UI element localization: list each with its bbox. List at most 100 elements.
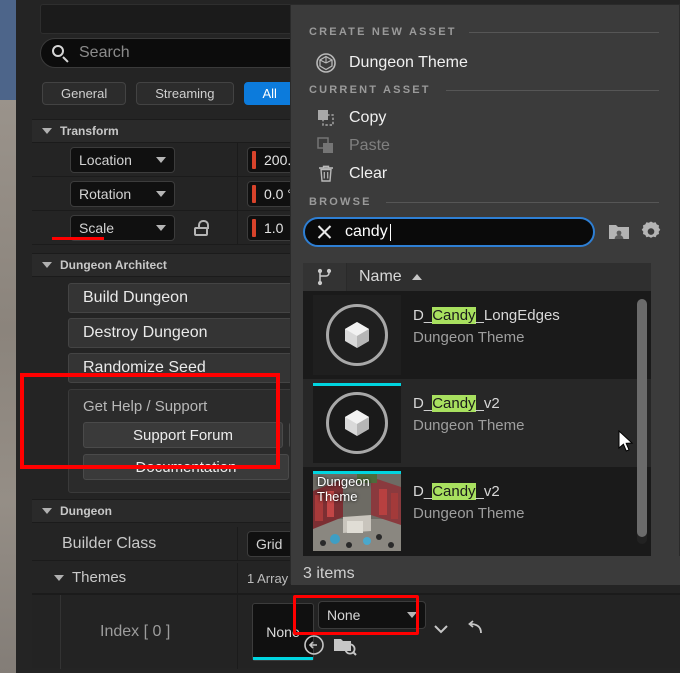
asset-info: D_Candy_v2 Dungeon Theme: [413, 395, 524, 434]
rotation-mode-dropdown[interactable]: Rotation: [70, 181, 175, 207]
trash-icon: [315, 163, 337, 185]
dungeon-theme-icon: [315, 52, 337, 74]
scale-x-value: 1.0: [264, 220, 284, 236]
chevron-down-icon[interactable]: [430, 618, 452, 640]
location-label: Location: [79, 152, 132, 168]
menu-item-label: Dungeon Theme: [349, 54, 468, 71]
asset-thumbnail: [313, 295, 401, 375]
name-prefix: D_: [413, 483, 433, 500]
x-axis-indicator: [252, 151, 256, 169]
thumbnail-label: Dungeon Theme: [317, 474, 370, 504]
copy-icon: [315, 107, 337, 129]
name-suffix: _v2: [475, 395, 500, 412]
scale-label: Scale: [79, 220, 115, 236]
asset-picker-popup: CREATE NEW ASSET Dungeon Theme CURRENT A…: [290, 4, 680, 585]
search-icon: [51, 44, 69, 63]
asset-type-dropdown[interactable]: None: [318, 601, 426, 629]
list-item[interactable]: D_Candy_v2 Dungeon Theme: [303, 379, 651, 467]
list-item[interactable]: D_Candy_LongEdges Dungeon Theme: [303, 291, 651, 379]
asset-search-value: candy: [345, 223, 391, 241]
spellcheck-underline: [52, 237, 104, 240]
chevron-down-icon: [42, 508, 52, 514]
section-title: Dungeon: [60, 504, 112, 518]
folder-user-icon[interactable]: [606, 219, 632, 245]
filter-tabs: General Streaming All: [42, 82, 296, 105]
divider: [386, 202, 659, 203]
browse-header: BROWSE: [309, 196, 372, 208]
reset-arrow-icon[interactable]: [465, 617, 487, 639]
filter-tab-all[interactable]: All: [243, 82, 296, 105]
rotation-x-value: 0.0 °: [264, 186, 293, 202]
menu-item-label: Copy: [349, 109, 387, 126]
mouse-cursor: [618, 430, 636, 454]
selection-accent: [313, 383, 401, 386]
asset-type-value: None: [327, 607, 361, 623]
help-group-title: Get Help / Support: [83, 398, 208, 415]
asset-name: D_Candy_v2: [413, 395, 524, 412]
x-axis-indicator: [252, 185, 256, 203]
name-suffix: _v2: [475, 483, 500, 500]
x-axis-indicator: [252, 219, 256, 237]
name-match: Candy: [432, 483, 476, 500]
filter-tab-streaming[interactable]: Streaming: [136, 82, 234, 105]
menu-item-clear[interactable]: Clear: [315, 161, 387, 187]
current-asset-header: CURRENT ASSET: [309, 84, 431, 96]
location-mode-dropdown[interactable]: Location: [70, 147, 175, 173]
asset-type: Dungeon Theme: [413, 329, 525, 346]
support-forum-button[interactable]: Support Forum: [83, 422, 283, 448]
cube-icon: [326, 392, 388, 454]
hierarchy-icon[interactable]: [303, 263, 347, 291]
rotation-label: Rotation: [79, 186, 132, 202]
name-match: Candy: [432, 395, 476, 412]
builder-class-label: Builder Class: [62, 535, 157, 552]
menu-item-paste: Paste: [315, 133, 390, 159]
asset-list[interactable]: D_Candy_LongEdges Dungeon Theme D_Candy_…: [303, 291, 651, 556]
section-title: Dungeon Architect: [60, 258, 167, 272]
documentation-button[interactable]: Documentation: [83, 454, 289, 480]
item-count-label: 3 items: [303, 565, 355, 582]
filter-tab-general[interactable]: General: [42, 82, 127, 105]
divider: [446, 90, 659, 91]
chevron-down-icon: [156, 225, 166, 231]
back-arrow-circle-icon[interactable]: [303, 634, 325, 656]
viewport-edge: [0, 0, 16, 673]
index-label: Index [ 0 ]: [100, 623, 171, 640]
menu-item-copy[interactable]: Copy: [315, 105, 386, 131]
asset-info: D_Candy_v2 Dungeon Theme: [413, 483, 524, 522]
asset-search-input[interactable]: candy: [303, 217, 595, 247]
chevron-down-icon: [156, 157, 166, 163]
name-prefix: D_: [413, 395, 433, 412]
asset-type: Dungeon Theme: [413, 505, 525, 522]
asset-thumbnail: [313, 383, 401, 463]
name-match: Candy: [432, 307, 476, 324]
menu-item-label: Paste: [349, 137, 390, 154]
chevron-down-icon: [42, 262, 52, 268]
sort-ascending-icon: [411, 274, 422, 280]
asset-type: Dungeon Theme: [413, 417, 525, 434]
column-header-label: Name: [359, 268, 402, 285]
asset-info: D_Candy_LongEdges Dungeon Theme: [413, 307, 560, 346]
section-title: Transform: [60, 124, 119, 138]
menu-item-label: Clear: [349, 165, 388, 182]
create-new-asset-header: CREATE NEW ASSET: [309, 26, 457, 38]
chevron-down-icon: [42, 128, 52, 134]
asset-name: D_Candy_LongEdges: [413, 307, 560, 324]
builder-class-value: Grid: [256, 536, 283, 552]
unlock-icon[interactable]: [192, 219, 210, 237]
asset-list-header: Name: [303, 263, 651, 291]
menu-item-dungeon-theme[interactable]: Dungeon Theme: [315, 50, 468, 76]
close-icon[interactable]: [313, 221, 335, 243]
column-header-name[interactable]: Name: [347, 263, 651, 291]
chevron-down-icon[interactable]: [54, 575, 64, 581]
list-item[interactable]: Dungeon Theme D_Candy_v2 Dungeon Theme: [303, 467, 651, 555]
asset-name: D_Candy_v2: [413, 483, 524, 500]
themes-label: Themes: [72, 569, 127, 586]
name-prefix: D_: [413, 307, 433, 324]
asset-list-scrollbar[interactable]: [637, 299, 647, 544]
asset-thumbnail: Dungeon Theme: [313, 471, 401, 551]
gear-icon[interactable]: [638, 219, 664, 245]
browse-content-icon[interactable]: [332, 634, 358, 656]
paste-icon: [315, 135, 337, 157]
theme-asset-value: None: [266, 624, 300, 640]
chevron-down-icon: [407, 612, 417, 618]
